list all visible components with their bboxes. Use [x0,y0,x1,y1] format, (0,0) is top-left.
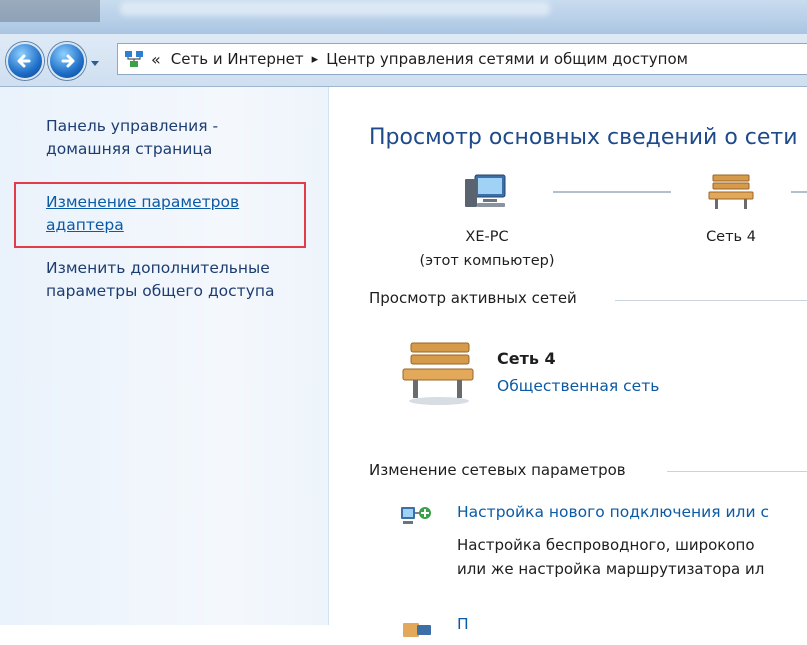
breadcrumb-back-icon[interactable]: « [151,50,161,69]
change-settings-divider [667,471,807,472]
arrow-left-icon [17,54,31,68]
setup-connection-desc-line1: Настройка беспроводного, широкопо [457,536,755,554]
back-button[interactable] [6,42,44,80]
network-center-icon [125,51,143,67]
control-panel-home-line1: Панель управления - [46,117,219,135]
control-panel-home-link[interactable]: Панель управления - домашняя страница [46,115,286,161]
computer-sub-label: (этот компьютер) [419,253,555,269]
control-panel-home-line2: домашняя страница [46,140,213,158]
bench-network-icon [708,174,754,209]
map-network-label: Сеть 4 [706,229,756,245]
change-adapter-line2: адаптера [46,216,124,234]
active-networks-divider [615,300,807,301]
advanced-sharing-settings-link[interactable]: Изменить дополнительные параметры общего… [46,257,316,303]
second-task-link[interactable]: П [457,615,469,633]
forward-button[interactable] [48,42,86,80]
network-task-icon [403,623,431,637]
task-sidebar: Панель управления - домашняя страница Из… [0,87,329,625]
advanced-sharing-line1: Изменить дополнительные [46,259,270,277]
breadcrumb-separator-icon[interactable]: ▸ [312,52,319,67]
navigation-bar: « Сеть и Интернет ▸ Центр управления сет… [0,34,807,87]
history-dropdown-icon[interactable] [88,56,102,70]
window-title-bar [0,0,807,34]
window-title-blurred [120,2,550,16]
arrow-right-icon [61,54,75,68]
setup-connection-desc-line2: или же настройка маршрутизатора ил [457,560,765,578]
public-network-bench-icon [402,342,474,405]
change-adapter-settings-link[interactable]: Изменение параметров адаптера [46,191,286,237]
computer-name-label: XE-PC [465,229,509,245]
map-connection-line-2 [791,191,807,193]
setup-new-connection-link[interactable]: Настройка нового подключения или с [457,503,769,521]
address-bar[interactable]: « Сеть и Интернет ▸ Центр управления сет… [117,43,807,75]
title-bar-shadow [0,0,100,22]
advanced-sharing-line2: параметры общего доступа [46,282,275,300]
active-networks-heading: Просмотр активных сетей [369,289,577,307]
breadcrumb-item-network-center[interactable]: Центр управления сетями и общим доступом [326,50,688,68]
change-adapter-line1: Изменение параметров [46,193,240,211]
main-content: Просмотр основных сведений о сети XE-PC … [329,87,807,637]
map-connection-line [553,191,671,193]
active-network-name: Сеть 4 [497,349,556,368]
change-settings-heading: Изменение сетевых параметров [369,461,626,479]
breadcrumb-item-network-internet[interactable]: Сеть и Интернет [171,50,304,68]
page-title: Просмотр основных сведений о сети [369,125,798,150]
new-connection-icon [401,507,431,524]
computer-icon [465,174,506,207]
network-type-link[interactable]: Общественная сеть [497,377,659,395]
